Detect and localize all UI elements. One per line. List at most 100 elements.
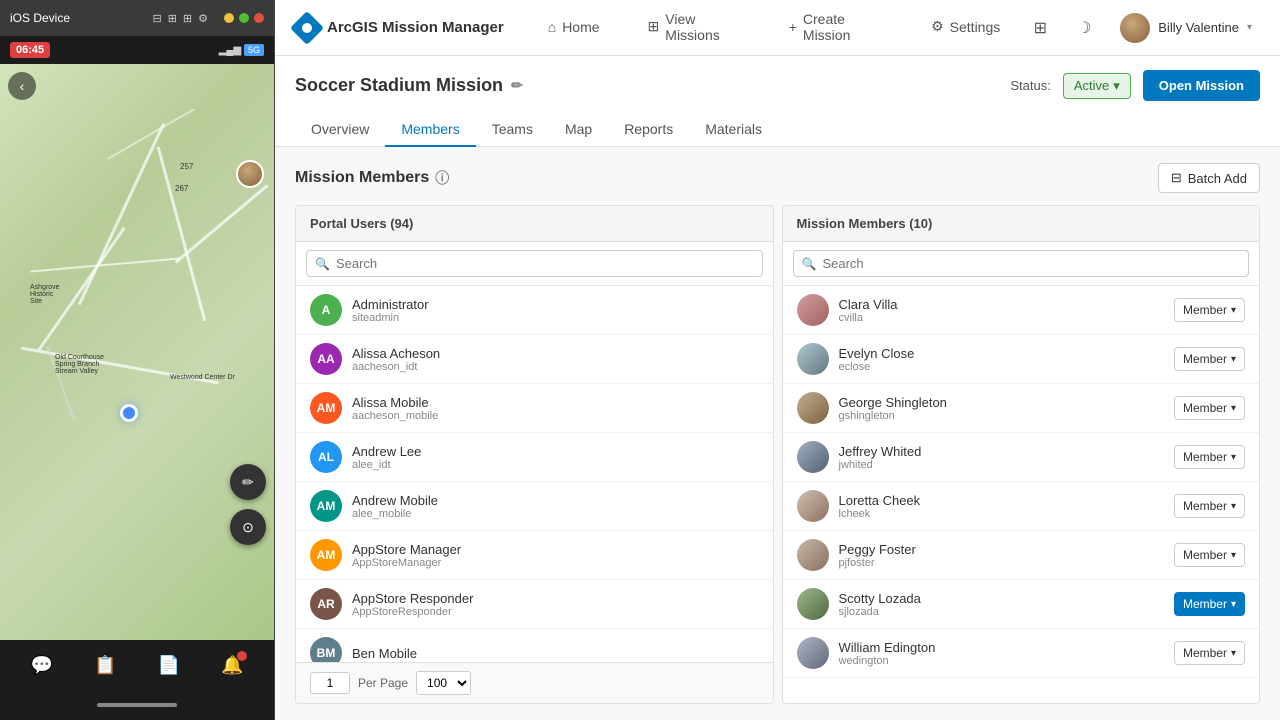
member-role-label-clara-villa: Member — [1183, 303, 1227, 317]
tab-map[interactable]: Map — [549, 113, 608, 147]
user-name-appstore-responder: AppStore Responder — [352, 591, 759, 606]
maximize-btn[interactable] — [239, 13, 249, 23]
toolbar-clipboard-icon[interactable]: 📋 — [94, 655, 116, 676]
member-role-label-george-shingleton: Member — [1183, 401, 1227, 415]
nav-create-mission[interactable]: + Create Mission — [765, 0, 907, 56]
tab-teams[interactable]: Teams — [476, 113, 549, 147]
map-edit-button[interactable]: ✏ — [230, 464, 266, 500]
mission-search-input[interactable] — [822, 256, 1240, 271]
user-username-alissa-mobile: aacheson_mobile — [352, 410, 759, 422]
user-profile[interactable]: Billy Valentine ▾ — [1112, 9, 1260, 47]
member-role-chevron-george-shingleton: ▾ — [1231, 403, 1236, 414]
user-item-appstore-responder[interactable]: AR AppStore Responder AppStoreResponder — [296, 580, 773, 629]
toolbar-bell-icon[interactable]: 🔔 — [221, 655, 243, 676]
user-chevron-icon: ▾ — [1247, 22, 1252, 33]
mission-members-column: Mission Members (10) 🔍 Clara Villa cvill… — [782, 205, 1261, 704]
member-username-peggy-foster: pjfoster — [839, 557, 1164, 569]
member-info-william-edington: William Edington wedington — [839, 640, 1164, 667]
status-dropdown[interactable]: Active ▾ — [1063, 73, 1131, 99]
user-item-appstore-manager[interactable]: AM AppStore Manager AppStoreManager — [296, 531, 773, 580]
portal-search-input[interactable] — [336, 256, 754, 271]
qr-code-button[interactable]: ⊞ — [1024, 12, 1056, 44]
dark-mode-button[interactable]: ☽ — [1068, 12, 1100, 44]
member-item-peggy-foster[interactable]: Peggy Foster pjfoster Member ▾ — [783, 531, 1260, 580]
mission-edit-icon[interactable]: ✏ — [511, 77, 523, 94]
user-username-andrew-mobile: alee_mobile — [352, 508, 759, 520]
member-item-william-edington[interactable]: William Edington wedington Member ▾ — [783, 629, 1260, 678]
member-role-loretta-cheek[interactable]: Member ▾ — [1174, 494, 1245, 518]
status-chevron-icon: ▾ — [1113, 78, 1120, 94]
nav-settings[interactable]: ⚙ Settings — [907, 0, 1024, 56]
user-username-andrew-lee: alee_idt — [352, 459, 759, 471]
open-mission-button[interactable]: Open Mission — [1143, 70, 1260, 101]
avatar-jeffrey-whited — [797, 441, 829, 473]
nav-home-label: Home — [562, 19, 599, 35]
user-item-andrew-mobile[interactable]: AM Andrew Mobile alee_mobile — [296, 482, 773, 531]
map-location-button[interactable]: ⊙ — [230, 509, 266, 545]
user-item-andrew-lee[interactable]: AL Andrew Lee alee_idt — [296, 433, 773, 482]
status-label: Status: — [1010, 78, 1050, 93]
toolbar-chat-icon[interactable]: 💬 — [31, 655, 53, 676]
portal-footer: Per Page 100 50 25 — [296, 662, 773, 703]
member-username-william-edington: wedington — [839, 655, 1164, 667]
user-item-alissa-acheson[interactable]: AA Alissa Acheson aacheson_idt — [296, 335, 773, 384]
member-name-evelyn-close: Evelyn Close — [839, 346, 1164, 361]
portal-page-input[interactable] — [310, 672, 350, 694]
member-item-scotty-lozada[interactable]: Scotty Lozada sjlozada Member ▾ — [783, 580, 1260, 629]
per-page-select[interactable]: 100 50 25 — [416, 671, 471, 695]
member-role-scotty-lozada[interactable]: Member ▾ — [1174, 592, 1245, 616]
member-role-label-evelyn-close: Member — [1183, 352, 1227, 366]
avatar-peggy-foster — [797, 539, 829, 571]
avatar-william-edington — [797, 637, 829, 669]
batch-add-button[interactable]: ⊟ Batch Add — [1158, 163, 1260, 193]
map-label-267: 267 — [175, 184, 188, 193]
user-name-andrew-mobile: Andrew Mobile — [352, 493, 759, 508]
member-role-label-william-edington: Member — [1183, 646, 1227, 660]
member-role-chevron-scotty-lozada: ▾ — [1231, 599, 1236, 610]
members-info-icon: ⓘ — [435, 168, 449, 188]
minimize-btn[interactable] — [224, 13, 234, 23]
close-btn[interactable] — [254, 13, 264, 23]
member-name-loretta-cheek: Loretta Cheek — [839, 493, 1164, 508]
map-label-westwood: Westwood Center Dr — [170, 374, 235, 381]
signal-bars: ▂▄▆ — [219, 45, 241, 56]
member-role-jeffrey-whited[interactable]: Member ▾ — [1174, 445, 1245, 469]
member-item-loretta-cheek[interactable]: Loretta Cheek lcheek Member ▾ — [783, 482, 1260, 531]
member-role-evelyn-close[interactable]: Member ▾ — [1174, 347, 1245, 371]
tab-reports[interactable]: Reports — [608, 113, 689, 147]
map-back-button[interactable]: ‹ — [8, 72, 36, 100]
member-role-clara-villa[interactable]: Member ▾ — [1174, 298, 1245, 322]
ios-icon-3: ⊞ — [183, 12, 192, 25]
toolbar-doc-icon[interactable]: 📄 — [158, 655, 180, 676]
member-item-jeffrey-whited[interactable]: Jeffrey Whited jwhited Member ▾ — [783, 433, 1260, 482]
portal-users-header: Portal Users (94) — [296, 206, 773, 242]
user-name-alissa-acheson: Alissa Acheson — [352, 346, 759, 361]
avatar-george-shingleton — [797, 392, 829, 424]
nav-home[interactable]: ⌂ Home — [524, 0, 624, 56]
member-item-evelyn-close[interactable]: Evelyn Close eclose Member ▾ — [783, 335, 1260, 384]
map-avatar-image — [238, 162, 262, 186]
member-role-peggy-foster[interactable]: Member ▾ — [1174, 543, 1245, 567]
road-4 — [30, 257, 180, 272]
member-info-evelyn-close: Evelyn Close eclose — [839, 346, 1164, 373]
tab-overview[interactable]: Overview — [295, 113, 385, 147]
nav-view-missions[interactable]: ⊞ View Missions — [624, 0, 765, 56]
ios-map: 257 267 AshgroveHistoricSite Old Courtho… — [0, 64, 274, 640]
user-item-administrator[interactable]: A Administrator siteadmin — [296, 286, 773, 335]
member-item-george-shingleton[interactable]: George Shingleton gshingleton Member ▾ — [783, 384, 1260, 433]
portal-search-icon: 🔍 — [315, 257, 330, 271]
user-info-appstore-manager: AppStore Manager AppStoreManager — [352, 542, 759, 569]
member-item-clara-villa[interactable]: Clara Villa cvilla Member ▾ — [783, 286, 1260, 335]
ios-device-title: iOS Device — [10, 11, 144, 25]
user-name-ben-mobile: Ben Mobile — [352, 646, 759, 661]
user-item-alissa-mobile[interactable]: AM Alissa Mobile aacheson_mobile — [296, 384, 773, 433]
user-avatar-appstore-responder: AR — [310, 588, 342, 620]
tab-materials[interactable]: Materials — [689, 113, 778, 147]
member-role-william-edington[interactable]: Member ▾ — [1174, 641, 1245, 665]
portal-users-column: Portal Users (94) 🔍 A Administrator site… — [295, 205, 774, 704]
user-item-ben-mobile[interactable]: BM Ben Mobile — [296, 629, 773, 662]
ios-titlebar: iOS Device ⊟ ⊞ ⊞ ⚙ — [0, 0, 274, 36]
tab-members[interactable]: Members — [385, 113, 475, 147]
map-label-ashgrove: AshgroveHistoricSite — [30, 284, 60, 305]
member-role-george-shingleton[interactable]: Member ▾ — [1174, 396, 1245, 420]
